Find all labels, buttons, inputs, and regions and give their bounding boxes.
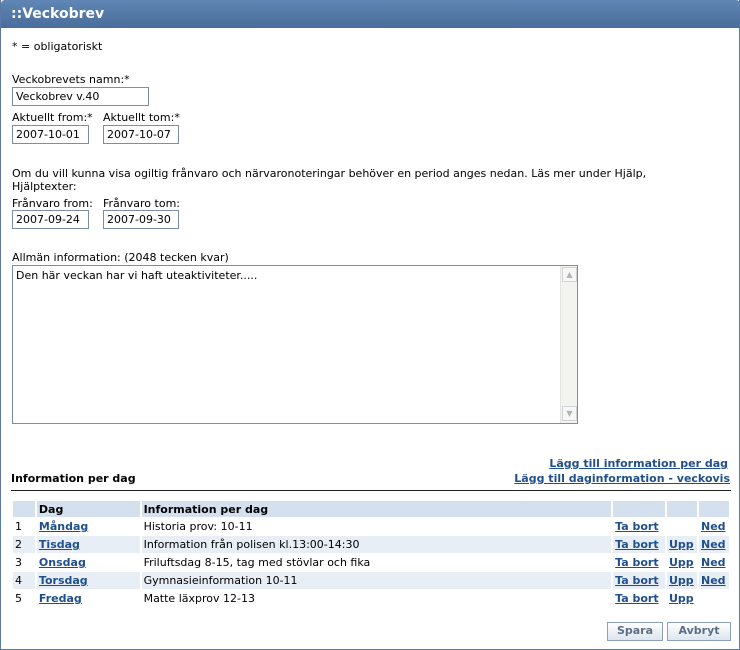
row-number: 5 <box>15 592 22 605</box>
column-header-info: Information per dag <box>141 501 612 517</box>
move-down-link[interactable]: Ned <box>701 520 726 533</box>
column-header-up <box>667 501 697 517</box>
move-up-link[interactable]: Upp <box>669 538 694 551</box>
row-number: 4 <box>13 572 35 589</box>
column-header-down <box>698 501 729 517</box>
table-row: 5 Fredag Matte läxprov 12-13 Ta bort Upp <box>13 590 729 607</box>
cancel-button[interactable]: Avbryt <box>667 622 731 641</box>
save-button[interactable]: Spara <box>607 622 663 641</box>
scroll-up-icon[interactable]: ▲ <box>562 267 577 282</box>
move-up-link[interactable]: Upp <box>669 592 694 605</box>
name-input[interactable]: Veckobrev v.40 <box>12 87 149 106</box>
absence-to-input[interactable]: 2007-09-30 <box>103 210 179 229</box>
period-from-label: Aktuellt from:* <box>12 111 93 124</box>
required-note: * = obligatoriskt <box>12 40 103 53</box>
remove-link[interactable]: Ta bort <box>615 538 658 551</box>
table-row: 3 Onsdag Friluftsdag 8-15, tag med stövl… <box>13 554 729 571</box>
day-link[interactable]: Onsdag <box>39 556 86 569</box>
row-number: 2 <box>13 536 35 553</box>
general-info-text: Den här veckan har vi haft uteaktivitete… <box>16 269 258 282</box>
day-info: Gymnasieinformation 10-11 <box>141 572 612 589</box>
day-info-table: Dag Information per dag 1 Måndag Histori… <box>11 500 731 608</box>
move-up-link[interactable]: Upp <box>669 574 694 587</box>
day-info: Historia prov: 10-11 <box>143 520 253 533</box>
remove-link[interactable]: Ta bort <box>615 520 658 533</box>
day-info: Information från polisen kl.13:00-14:30 <box>141 536 612 553</box>
period-to-input[interactable]: 2007-10-07 <box>103 125 179 144</box>
day-info: Friluftsdag 8-15, tag med stövlar och fi… <box>143 556 371 569</box>
table-row: 2 Tisdag Information från polisen kl.13:… <box>13 536 729 553</box>
name-label: Veckobrevets namn:* <box>12 73 130 86</box>
add-day-info-link[interactable]: Lägg till information per dag <box>549 457 728 470</box>
day-link[interactable]: Tisdag <box>39 538 80 551</box>
remove-link[interactable]: Ta bort <box>615 574 658 587</box>
move-down-link[interactable]: Ned <box>701 574 726 587</box>
period-from-input[interactable]: 2007-10-01 <box>12 125 89 144</box>
absence-note: Om du vill kunna visa ogiltig frånvaro o… <box>12 167 647 180</box>
move-down-link[interactable]: Ned <box>701 556 726 569</box>
table-row: 1 Måndag Historia prov: 10-11 Ta bort Ne… <box>13 518 729 535</box>
window-title: ::Veckobrev <box>1 0 740 28</box>
day-link[interactable]: Fredag <box>39 592 82 605</box>
column-header-number <box>13 501 35 517</box>
add-weekly-info-link[interactable]: Lägg till daginformation - veckovis <box>514 472 730 485</box>
general-info-textarea[interactable]: Den här veckan har vi haft uteaktivitete… <box>12 265 578 424</box>
window-frame: ::Veckobrev * = obligatoriskt Veckobreve… <box>0 0 740 650</box>
move-up-link[interactable]: Upp <box>669 556 694 569</box>
textarea-scrollbar[interactable]: ▲ ▼ <box>560 266 577 423</box>
day-info: Matte läxprov 12-13 <box>143 592 255 605</box>
remove-link[interactable]: Ta bort <box>615 556 658 569</box>
row-number: 1 <box>15 520 22 533</box>
table-row: 4 Torsdag Gymnasieinformation 10-11 Ta b… <box>13 572 729 589</box>
absence-to-label: Frånvaro tom: <box>103 197 180 210</box>
remove-link[interactable]: Ta bort <box>615 592 658 605</box>
scroll-down-icon[interactable]: ▼ <box>562 406 577 421</box>
period-to-label: Aktuellt tom:* <box>103 111 180 124</box>
per-day-heading: Information per dag <box>11 472 136 485</box>
day-link[interactable]: Måndag <box>39 520 88 533</box>
section-divider <box>11 490 731 491</box>
general-info-label: Allmän information: (2048 tecken kvar) <box>12 251 229 264</box>
absence-from-input[interactable]: 2007-09-24 <box>12 210 89 229</box>
day-link[interactable]: Torsdag <box>39 574 88 587</box>
absence-from-label: Frånvaro from: <box>12 197 93 210</box>
column-header-remove <box>613 501 665 517</box>
move-down-link[interactable]: Ned <box>701 538 726 551</box>
absence-note-continued: Hjälptexter: <box>12 180 77 193</box>
column-header-day: Dag <box>36 501 140 517</box>
row-number: 3 <box>15 556 22 569</box>
